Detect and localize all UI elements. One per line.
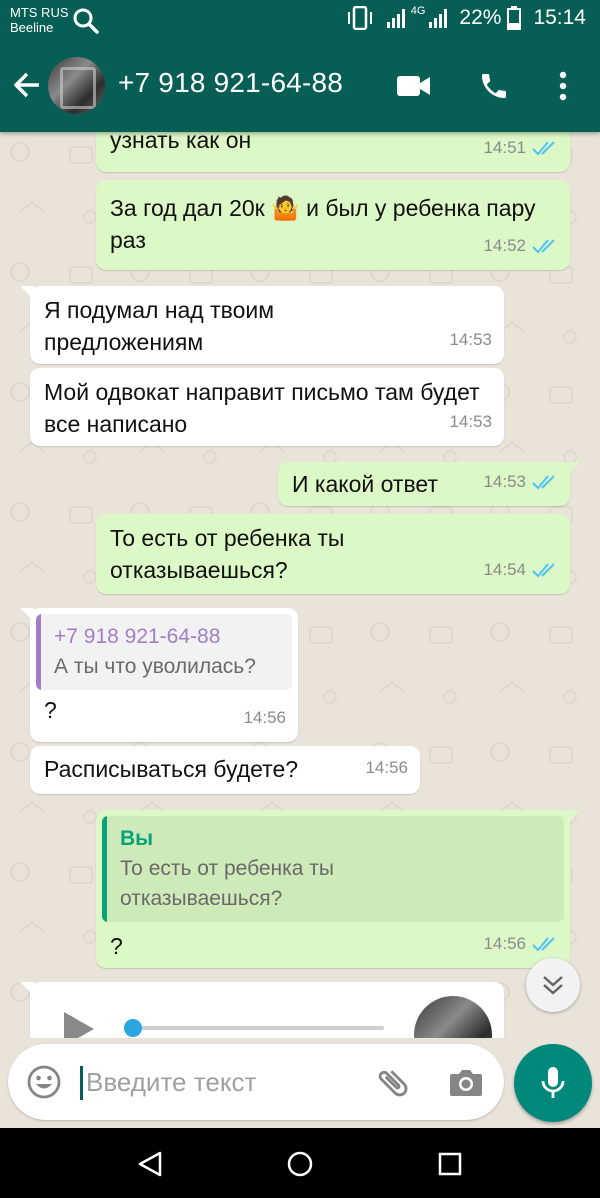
status-bar: MTS RUS Beeline 4G 22% 15:14 [0,0,600,40]
message-meta: 14:56 [243,702,286,734]
attach-icon[interactable] [374,1064,412,1102]
read-ticks-icon [532,563,555,578]
battery-percent: 22% [459,6,502,29]
nav-recent-icon[interactable] [438,1152,462,1176]
message-input[interactable] [86,1062,366,1102]
carrier-1: MTS RUS [10,5,69,20]
contact-name[interactable]: +7 918 921-64-88 [118,67,343,99]
video-call-icon[interactable] [396,74,432,98]
read-ticks-icon [532,937,555,952]
clock: 15:14 [533,6,586,29]
message-incoming[interactable]: Расписываться будете? 14:56 [30,746,420,794]
carrier-info: MTS RUS Beeline [10,5,69,35]
carrier-2: Beeline [10,20,54,35]
nav-back-icon[interactable] [136,1150,164,1178]
more-vert-icon[interactable] [556,70,570,102]
nav-home-icon[interactable] [286,1150,314,1178]
message-outgoing[interactable]: узнать как он 14:51 [96,132,570,172]
message-text: узнать как он [110,132,252,153]
message-meta: 14:53 [483,466,558,498]
message-time: 14:56 [365,758,408,777]
voice-progress-track[interactable] [128,1026,384,1030]
message-incoming[interactable]: Я подумал над твоим предложениям 14:53 [20,286,504,364]
message-time: 14:51 [483,138,526,157]
quoted-message[interactable]: +7 918 921-64-88 А ты что уволилась? [36,614,292,690]
message-outgoing-reply[interactable]: Вы То есть от ребенка ты отказываешься? … [96,810,580,968]
quote-author: +7 918 921-64-88 [54,625,221,648]
message-time: 14:53 [449,412,492,431]
message-meta: 14:52 [483,230,558,262]
message-time: 14:53 [483,472,526,491]
back-arrow-icon[interactable] [12,70,42,100]
quote-text: То есть от ребенка ты отказываешься? [120,857,335,910]
message-text: То есть от ребенка ты отказываешься? [110,525,345,583]
message-outgoing[interactable]: То есть от ребенка ты отказываешься? 14:… [96,514,570,594]
voice-sender-avatar [414,996,492,1038]
scroll-down-icon [543,976,563,995]
message-outgoing[interactable]: И какой ответ 14:53 [278,462,580,506]
message-text: Я подумал над твоим предложениям [44,297,275,355]
chat-area[interactable]: узнать как он 14:51 За год дал 20к 🤷 и б… [0,132,600,1038]
message-time: 14:56 [243,708,286,727]
message-time: 14:56 [483,934,526,953]
message-outgoing[interactable]: За год дал 20к 🤷 и был у ребенка пару ра… [96,180,570,270]
network-type: 4G [410,5,426,17]
message-incoming-reply[interactable]: +7 918 921-64-88 А ты что уволилась? ? 1… [20,608,298,742]
message-time: 14:54 [483,560,526,579]
message-time: 14:52 [483,236,526,255]
text-cursor [80,1066,83,1100]
scroll-down-button[interactable] [526,958,580,1012]
message-meta: 14:53 [449,406,492,438]
message-meta: 14:54 [483,554,558,586]
message-meta: 14:53 [449,324,492,356]
camera-icon[interactable] [448,1066,484,1098]
message-time: 14:53 [449,330,492,349]
signal-1-icon [386,8,405,28]
message-meta: 14:56 [483,928,558,960]
message-meta: 14:56 [365,752,408,784]
play-icon[interactable] [64,1012,94,1038]
message-text: Мой одвокат направит письмо там будет вс… [44,379,480,437]
message-incoming[interactable]: Мой одвокат направит письмо там будет вс… [30,368,504,446]
quote-author: Вы [120,827,154,850]
message-text: За год дал 20к 🤷 и был у ребенка пару ра… [110,195,536,253]
read-ticks-icon [532,239,555,254]
system-nav-bar [0,1128,600,1198]
voice-message[interactable] [20,982,504,1038]
emoji-icon[interactable] [26,1064,62,1100]
mic-button[interactable] [514,1044,592,1122]
message-meta: 14:51 [483,132,558,164]
chat-header: +7 918 921-64-88 [0,40,600,132]
voice-progress-thumb[interactable] [124,1019,142,1037]
quote-text: А ты что уволилась? [54,655,256,678]
read-ticks-icon [532,141,555,156]
vibrate-icon [347,6,372,30]
mic-icon [541,1067,565,1098]
read-ticks-icon [532,475,555,490]
quoted-message[interactable]: Вы То есть от ребенка ты отказываешься? [102,816,564,922]
contact-avatar[interactable] [48,57,105,114]
battery-icon [507,6,522,30]
signal-2-icon [429,8,448,28]
message-text: Расписываться будете? [44,756,299,782]
message-composer [8,1044,504,1120]
search-icon [73,8,99,34]
phone-icon[interactable] [478,70,510,102]
